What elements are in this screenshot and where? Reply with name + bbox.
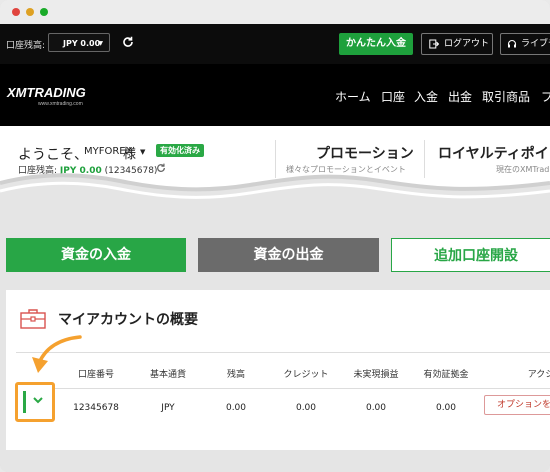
welcome-title: ようこそ、	[18, 147, 88, 163]
logout-button[interactable]: ログアウト	[421, 33, 493, 55]
cell-unrealized-pl: 0.00	[365, 403, 387, 413]
logout-icon	[429, 39, 439, 49]
open-additional-account-button[interactable]: 追加口座開設	[391, 238, 550, 272]
row-indicator-bar	[23, 391, 26, 413]
withdraw-funds-button[interactable]: 資金の出金	[198, 238, 379, 272]
maximize-window-button[interactable]	[40, 8, 48, 16]
user-honorific: 様	[123, 147, 137, 162]
verified-badge: 有効化済み	[156, 144, 204, 157]
nav-item-home[interactable]: ホーム	[335, 88, 371, 105]
logo-subtext: www.xmtrading.com	[38, 101, 83, 107]
callout-arrow-icon	[32, 335, 82, 373]
chevron-down-icon	[33, 397, 43, 404]
cell-credit: 0.00	[295, 403, 317, 413]
briefcase-icon	[20, 309, 46, 329]
account-overview-panel: マイアカウントの概要 口座番号 基本通貨 残高 クレジット 未実現損益 有効証拠…	[6, 290, 550, 450]
column-header-equity[interactable]: 有効証拠金	[414, 367, 478, 380]
nav-item-products[interactable]: 取引商品	[482, 88, 530, 105]
account-balance-value: JPY 0.00	[63, 39, 101, 48]
live-chat-button[interactable]: ライブチ	[500, 33, 550, 55]
account-overview-title: マイアカウントの概要	[58, 312, 198, 328]
table-divider	[16, 352, 550, 353]
nav-item-deposit[interactable]: 入金	[414, 88, 438, 105]
window-frame: 口座残高: JPY 0.00 ▼ かんたん入金 ログアウト ライブチ	[0, 0, 550, 472]
row-expand-button[interactable]	[15, 382, 55, 422]
cell-account-number: 12345678	[73, 403, 119, 413]
options-button[interactable]: オプションを	[484, 395, 550, 415]
balance-label: 口座残高:	[6, 41, 46, 51]
deposit-funds-button[interactable]: 資金の入金	[6, 238, 186, 272]
xm-logo[interactable]: XMTRADING	[7, 85, 86, 100]
nav-item-more[interactable]: プ	[541, 88, 550, 105]
cell-balance: 0.00	[225, 403, 247, 413]
column-header-credit[interactable]: クレジット	[274, 367, 338, 380]
close-window-button[interactable]	[12, 8, 20, 16]
account-balance-select[interactable]: JPY 0.00 ▼	[48, 33, 110, 52]
table-divider	[16, 388, 550, 389]
refresh-icon[interactable]	[122, 36, 134, 48]
column-header-unrealized-pl[interactable]: 未実現損益	[344, 367, 408, 380]
main-navbar: XMTRADING www.xmtrading.com ホーム 口座 入金 出金…	[0, 64, 550, 126]
window-titlebar	[0, 0, 550, 24]
promotion-title[interactable]: プロモーション	[316, 143, 414, 163]
cell-equity: 0.00	[435, 403, 457, 413]
column-header-actions: アクシ	[527, 370, 550, 380]
nav-item-withdraw[interactable]: 出金	[448, 88, 472, 105]
cell-base-currency: JPY	[161, 403, 175, 413]
top-bar: 口座残高: JPY 0.00 ▼ かんたん入金 ログアウト ライブチ	[0, 24, 550, 64]
torn-edge-divider	[0, 173, 550, 223]
caret-down-icon[interactable]: ▼	[140, 148, 145, 156]
headset-icon	[507, 39, 517, 48]
live-chat-label: ライブチ	[521, 39, 550, 49]
column-header-balance[interactable]: 残高	[211, 367, 261, 380]
nav-item-account[interactable]: 口座	[381, 88, 405, 105]
column-header-base-currency[interactable]: 基本通貨	[138, 367, 198, 380]
logout-label: ログアウト	[444, 39, 490, 49]
minimize-window-button[interactable]	[26, 8, 34, 16]
caret-down-icon: ▼	[98, 40, 103, 47]
loyalty-title[interactable]: ロイヤルティポイン	[438, 143, 550, 163]
quick-deposit-button[interactable]: かんたん入金	[339, 33, 413, 55]
